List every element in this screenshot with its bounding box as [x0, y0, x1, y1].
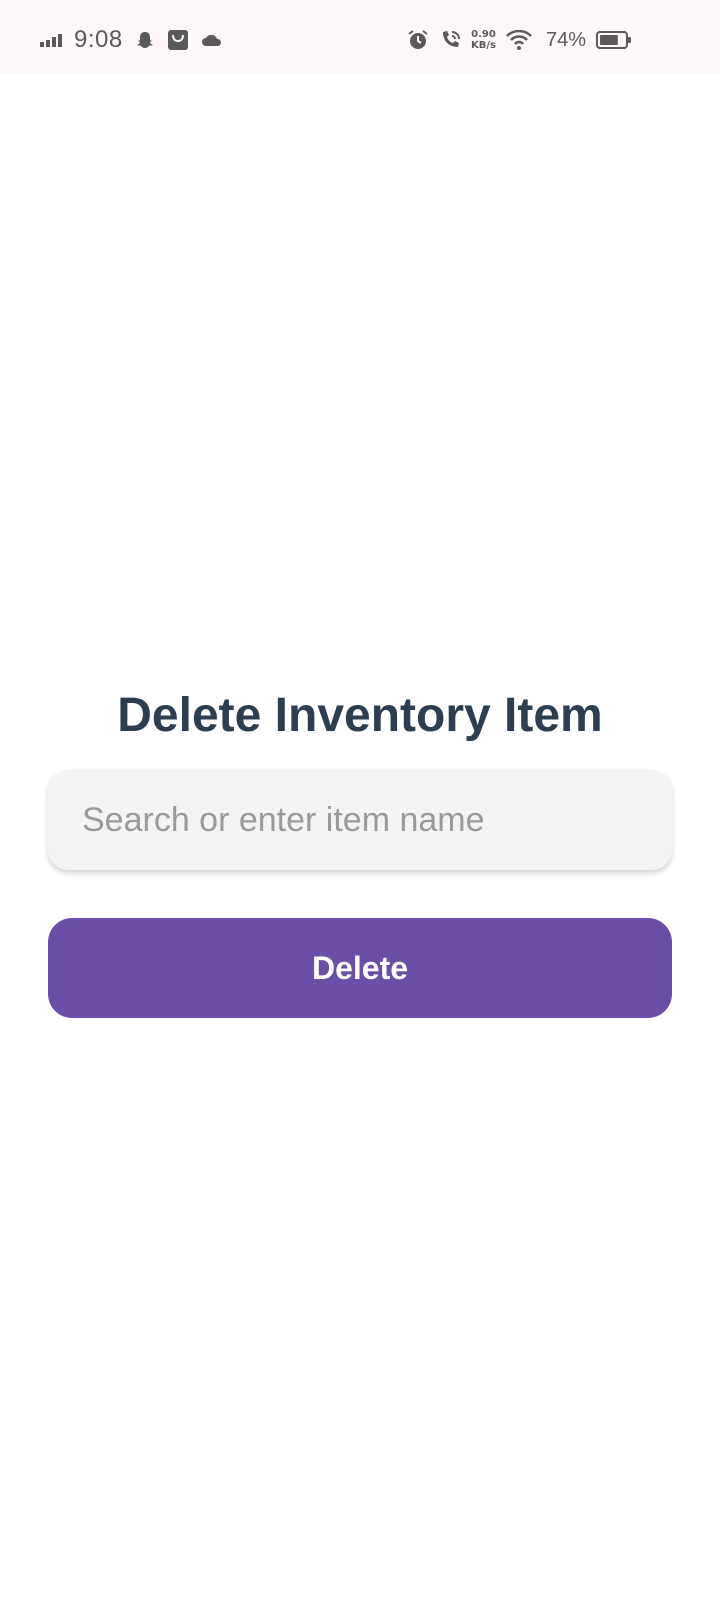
battery-icon: [596, 30, 632, 50]
network-speed: 0.90 KB/s: [471, 29, 496, 51]
network-speed-value: 0.90: [471, 29, 496, 40]
item-search-input[interactable]: [80, 799, 672, 841]
network-speed-unit: KB/s: [470, 40, 496, 51]
search-box[interactable]: [48, 770, 672, 870]
wifi-call-icon: [439, 29, 461, 51]
page-title: Delete Inventory Item: [117, 689, 603, 743]
battery-percent: 74%: [545, 28, 586, 51]
alarm-icon: [407, 29, 429, 51]
shopping-bag-icon: [167, 29, 189, 51]
snapchat-icon: [135, 30, 155, 50]
wifi-icon: [506, 30, 532, 50]
status-bar-left: 9:08: [40, 24, 223, 56]
signal-icon: [40, 33, 64, 47]
cloud-icon: [201, 33, 223, 47]
status-bar-right: 0.90 KB/s 74%: [407, 24, 632, 56]
delete-button[interactable]: Delete: [48, 918, 672, 1018]
status-time: 9:08: [74, 26, 123, 53]
status-bar: 9:08 0.90 KB/s 74%: [0, 0, 720, 74]
